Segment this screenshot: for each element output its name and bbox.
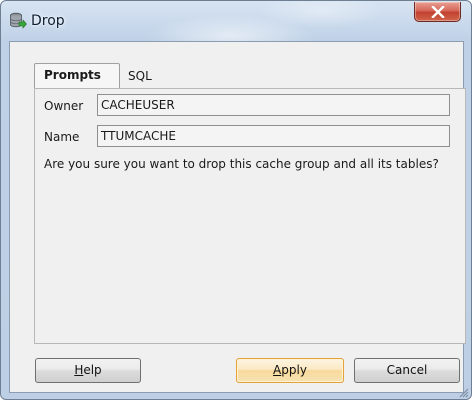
resize-grip-icon[interactable] [459,387,469,398]
help-mnemonic: H [74,363,84,377]
owner-field[interactable]: CACHEUSER [97,94,450,116]
help-label-rest: elp [83,363,102,377]
title-glass [1,1,471,41]
apply-button[interactable]: Apply [236,358,344,383]
drop-dialog: Drop Prompts SQL Owner CACHEUSER Name TT… [0,0,472,400]
prompts-panel: Owner CACHEUSER Name TTUMCACHE Are you s… [34,88,466,344]
help-button[interactable]: Help [35,358,141,383]
window-title: Drop [31,13,65,29]
tab-prompts[interactable]: Prompts [34,63,120,88]
name-field[interactable]: TTUMCACHE [97,125,450,147]
title-bar[interactable]: Drop [1,1,471,41]
confirmation-message: Are you sure you want to drop this cache… [44,157,439,171]
tab-sql[interactable]: SQL [122,65,162,87]
name-label: Name [44,130,80,144]
database-drop-icon [9,12,27,30]
apply-label-rest: pply [281,363,307,377]
close-icon [431,6,445,18]
owner-label: Owner [44,99,84,113]
close-button[interactable] [414,2,461,22]
cancel-button[interactable]: Cancel [354,358,460,383]
dialog-body: Prompts SQL Owner CACHEUSER Name TTUMCAC… [9,41,466,393]
